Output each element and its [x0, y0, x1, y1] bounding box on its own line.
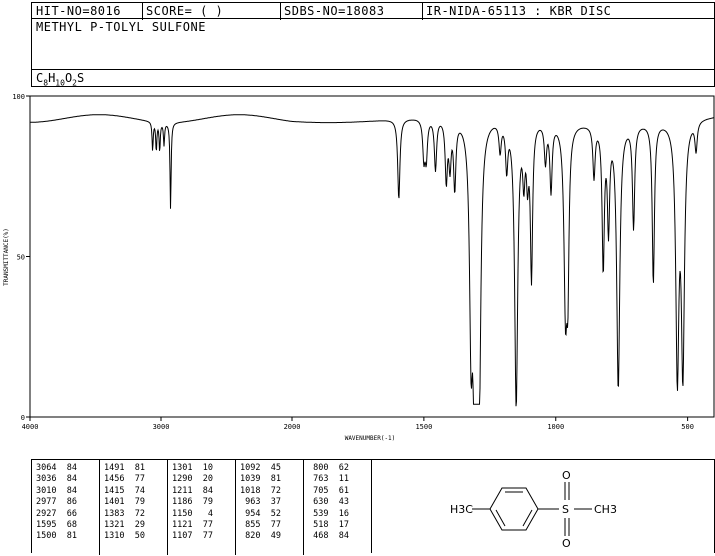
molecular-structure: H3C S O O CH3 [450, 469, 617, 550]
peak-row: 855 77 [240, 519, 281, 530]
peak-row: 2927 66 [36, 508, 77, 519]
peak-column: 3064 84 3036 84 3010 84 2977 86 2927 66 1595 … [36, 463, 77, 543]
x-tick-label: 3000 [153, 423, 170, 431]
peak-row: 1121 77 [172, 519, 213, 530]
table-divider [167, 460, 168, 555]
peak-row: 1595 68 [36, 519, 77, 530]
s-methyl-label: CH3 [594, 503, 617, 516]
x-axis-title: WAVENUMBER(-1) [345, 435, 396, 442]
peak-row: 1018 72 [240, 485, 281, 496]
y-tick-label: 50 [17, 254, 25, 262]
peak-row: 954 52 [240, 508, 281, 519]
oxygen-top-label: O [562, 469, 571, 482]
x-tick-label: 1000 [547, 423, 564, 431]
methyl-label: H3C [450, 503, 473, 516]
peak-row: 1500 81 [36, 531, 77, 542]
peak-row: 1150 4 [172, 508, 213, 519]
peak-row: 1310 50 [104, 531, 145, 542]
peak-row: 705 61 [308, 485, 349, 496]
peak-row: 468 84 [308, 531, 349, 542]
peak-row: 1039 81 [240, 474, 281, 485]
peak-row: 1107 77 [172, 531, 213, 542]
peak-column: 1301 10 1290 20 1211 84 1186 79 1150 4 1121 7… [172, 463, 213, 543]
peak-table: 3064 84 3036 84 3010 84 2977 86 2927 66 1595 … [31, 459, 372, 555]
peak-row: 1401 79 [104, 497, 145, 508]
y-axis-title: TRANSMITTANCE(%) [3, 228, 10, 286]
peak-row: 1186 79 [172, 497, 213, 508]
ring-double-bond [495, 509, 506, 527]
peak-row: 539 16 [308, 508, 349, 519]
peak-row: 800 62 [308, 463, 349, 473]
y-tick-label: 0 [21, 414, 25, 422]
plot-frame [29, 95, 715, 418]
y-axis: 0 50 100 [12, 93, 30, 422]
x-tick-label: 500 [681, 423, 694, 431]
y-tick-label: 100 [12, 93, 25, 101]
structure-box: H3C S O O CH3 [371, 459, 715, 553]
peak-row: 820 49 [240, 531, 281, 542]
peak-row: 2977 86 [36, 497, 77, 508]
table-divider [303, 460, 304, 555]
peak-row: 1321 29 [104, 519, 145, 530]
peak-row: 1290 20 [172, 474, 213, 485]
peak-row: 1383 72 [104, 508, 145, 519]
peak-column: 800 62 763 11 705 61 630 43 539 16 518 1… [308, 463, 349, 543]
table-divider [235, 460, 236, 555]
peak-row: 1301 10 [172, 463, 213, 473]
peak-row: 1092 45 [240, 463, 281, 473]
peak-row: 1491 81 [104, 463, 145, 473]
spectrum-line [30, 114, 714, 407]
peak-row: 763 11 [308, 474, 349, 485]
ir-spectrum-chart: 4000 3000 2000 1500 1000 500 0 50 100 WAVENUMBE… [3, 93, 715, 442]
benzene-ring [489, 487, 539, 531]
peak-row: 963 37 [240, 497, 281, 508]
peak-row: 3036 84 [36, 474, 77, 485]
sulfur-label: S [562, 503, 569, 516]
x-tick-label: 2000 [284, 423, 301, 431]
peak-row: 1211 84 [172, 485, 213, 496]
peak-row: 630 43 [308, 497, 349, 508]
peak-row: 518 17 [308, 519, 349, 530]
x-tick-label: 4000 [22, 423, 39, 431]
peak-column: 1491 81 1456 77 1415 74 1401 79 1383 72 1321 … [104, 463, 145, 543]
peak-row: 1415 74 [104, 485, 145, 496]
peak-column: 1092 45 1039 81 1018 72 963 37 954 52 855 … [240, 463, 281, 543]
peak-row: 3064 84 [36, 463, 77, 473]
ring-double-bond [522, 509, 533, 527]
x-tick-label: 1500 [415, 423, 432, 431]
peak-row: 1456 77 [104, 474, 145, 485]
table-divider [99, 460, 100, 555]
x-axis: 4000 3000 2000 1500 1000 500 [22, 417, 694, 431]
peak-row: 3010 84 [36, 485, 77, 496]
oxygen-bottom-label: O [562, 537, 571, 550]
